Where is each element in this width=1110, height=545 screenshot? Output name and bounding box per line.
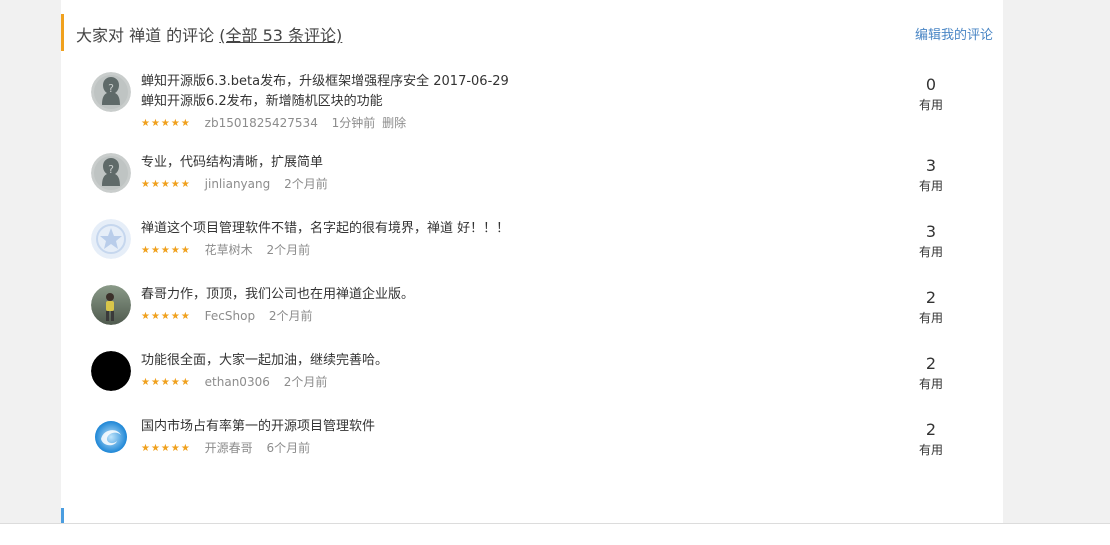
svg-text:?: ? [108,163,114,176]
review-meta: ★★★★★ 开源春哥 6个月前 [141,439,841,458]
reviews-title-text: 大家对 禅道 的评论 [76,26,215,45]
review-content: 功能很全面，大家一起加油，继续完善哈。 ★★★★★ ethan0306 2个月前 [141,351,841,392]
useful-vote[interactable]: 3 有用 [891,155,971,195]
review-time: 2个月前 [283,375,328,389]
reviews-title: 大家对 禅道 的评论 (全部 53 条评论) [76,22,342,46]
review-time: 2个月前 [266,243,311,257]
review-content: 专业，代码结构清晰，扩展简单 ★★★★★ jinlianyang 2个月前 [141,153,841,194]
review-meta: ★★★★★ zb1501825427534 1分钟前 删除 [141,114,841,133]
review-meta: ★★★★★ 花草树木 2个月前 [141,241,841,260]
useful-count: 3 [925,156,937,175]
useful-vote[interactable]: 0 有用 [891,74,971,114]
review-meta: ★★★★★ jinlianyang 2个月前 [141,175,841,194]
reviews-header: 大家对 禅道 的评论 (全部 53 条评论) 编辑我的评论 [61,14,1003,51]
useful-button[interactable]: 有用 [891,177,971,195]
useful-count: 2 [925,288,937,307]
useful-count: 0 [925,75,937,94]
review-text: 功能很全面，大家一起加油，继续完善哈。 [141,353,389,368]
black-circle-avatar[interactable] [91,351,131,391]
review-content: 国内市场占有率第一的开源项目管理软件 ★★★★★ 开源春哥 6个月前 [141,417,841,458]
review-time: 1分钟前 [331,116,376,130]
useful-count: 3 [925,222,937,241]
review-content: 春哥力作，顶顶，我们公司也在用禅道企业版。 ★★★★★ FecShop 2个月前 [141,285,841,326]
review-content: 蝉知开源版6.3.beta发布，升级框架增强程序安全 2017-06-29 蝉知… [141,72,841,133]
review-author[interactable]: 开源春哥 [205,441,253,455]
svg-text:?: ? [108,82,114,95]
review-text-line2: 蝉知开源版6.2发布，新增随机区块的功能 [141,94,383,109]
review-text: 禅道这个项目管理软件不错，名字起的很有境界，禅道 好！！！ [141,221,510,236]
review-text: 专业，代码结构清晰，扩展简单 [141,155,324,170]
useful-button[interactable]: 有用 [891,96,971,114]
review-item: 功能很全面，大家一起加油，继续完善哈。 ★★★★★ ethan0306 2个月前… [91,351,971,395]
review-author[interactable]: ethan0306 [205,375,270,389]
useful-count: 2 [925,354,937,373]
review-author[interactable]: zb1501825427534 [205,116,318,130]
useful-vote[interactable]: 3 有用 [891,221,971,261]
rating-stars: ★★★★★ [141,118,191,129]
rating-stars: ★★★★★ [141,245,191,256]
review-item: 国内市场占有率第一的开源项目管理软件 ★★★★★ 开源春哥 6个月前 2 有用 [91,417,971,461]
review-item: 春哥力作，顶顶，我们公司也在用禅道企业版。 ★★★★★ FecShop 2个月前… [91,285,971,329]
rating-stars: ★★★★★ [141,311,191,322]
review-author[interactable]: 花草树木 [205,243,253,257]
reviews-panel: 大家对 禅道 的评论 (全部 53 条评论) 编辑我的评论 ? 蝉知开源版6.3… [61,0,1003,503]
light-blue-star-avatar[interactable] [91,219,131,259]
review-text: 春哥力作，顶顶，我们公司也在用禅道企业版。 [141,287,415,302]
default-silhouette-icon[interactable]: ? [91,72,131,112]
rating-stars: ★★★★★ [141,179,191,190]
review-text: 国内市场占有率第一的开源项目管理软件 [141,419,376,434]
review-author[interactable]: jinlianyang [205,177,271,191]
useful-vote[interactable]: 2 有用 [891,287,971,327]
review-item: ? 专业，代码结构清晰，扩展简单 ★★★★★ jinlianyang 2个月前 … [91,153,971,197]
rating-stars: ★★★★★ [141,443,191,454]
review-meta: ★★★★★ FecShop 2个月前 [141,307,841,326]
bottom-bar [0,523,1110,545]
useful-button[interactable]: 有用 [891,375,971,393]
all-reviews-link[interactable]: (全部 53 条评论) [219,26,342,45]
rating-stars: ★★★★★ [141,377,191,388]
delete-review-link[interactable]: 删除 [382,116,406,130]
review-time: 6个月前 [266,441,311,455]
review-item: 禅道这个项目管理软件不错，名字起的很有境界，禅道 好！！！ ★★★★★ 花草树木… [91,219,971,263]
review-meta: ★★★★★ ethan0306 2个月前 [141,373,841,392]
edit-my-review-link[interactable]: 编辑我的评论 [915,24,993,43]
review-item: ? 蝉知开源版6.3.beta发布，升级框架增强程序安全 2017-06-29 … [91,72,971,134]
useful-count: 2 [925,420,937,439]
blue-swirl-avatar[interactable] [91,417,131,457]
default-silhouette-icon[interactable]: ? [91,153,131,193]
useful-vote[interactable]: 2 有用 [891,353,971,393]
photo-person-avatar[interactable] [91,285,131,325]
useful-button[interactable]: 有用 [891,243,971,261]
review-author[interactable]: FecShop [205,309,255,323]
page: 大家对 禅道 的评论 (全部 53 条评论) 编辑我的评论 ? 蝉知开源版6.3… [0,0,1110,545]
review-content: 禅道这个项目管理软件不错，名字起的很有境界，禅道 好！！！ ★★★★★ 花草树木… [141,219,841,260]
useful-button[interactable]: 有用 [891,309,971,327]
review-time: 2个月前 [268,309,313,323]
useful-vote[interactable]: 2 有用 [891,419,971,459]
review-text: 蝉知开源版6.3.beta发布，升级框架增强程序安全 2017-06-29 [141,74,509,89]
useful-button[interactable]: 有用 [891,441,971,459]
review-time: 2个月前 [284,177,328,191]
